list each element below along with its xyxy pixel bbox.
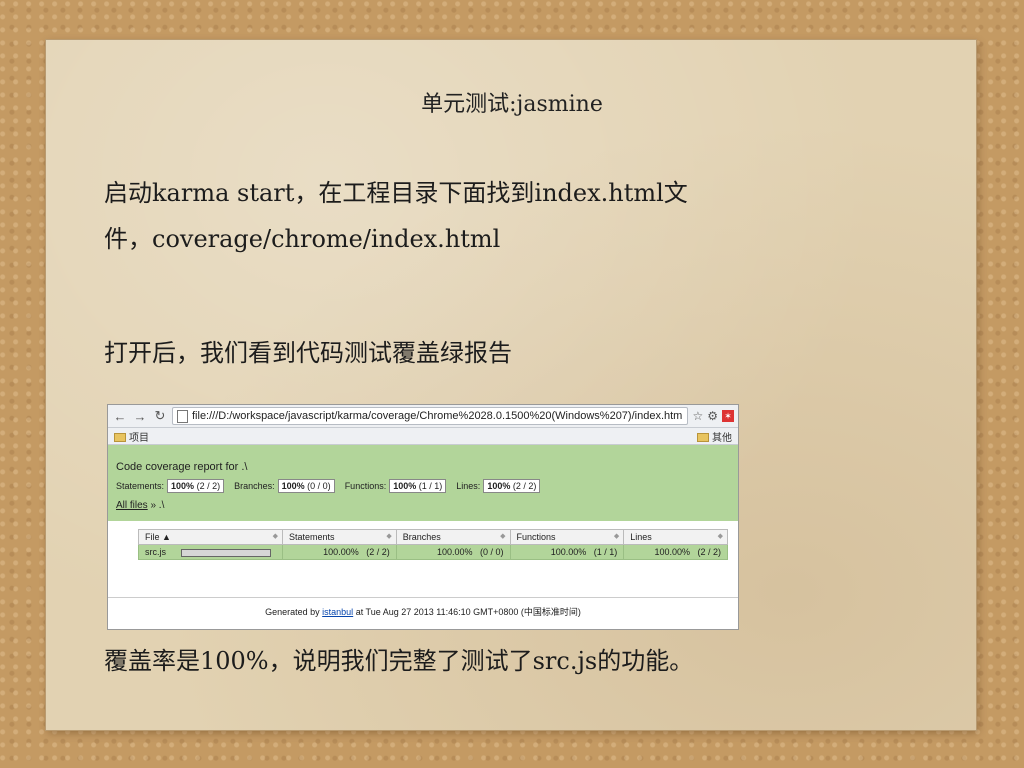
stat-functions: Functions: 100% (1 / 1) (345, 479, 447, 493)
summary-stats: Statements: 100% (2 / 2) Branches: 100% (0… (116, 479, 730, 493)
column-header-file[interactable]: File ▲ ◆ (138, 529, 283, 545)
coverage-table-area: File ▲ ◆ Statements ◆ Branches ◆ Functions ◆… (108, 521, 738, 560)
back-icon[interactable]: ← (112, 409, 128, 424)
stat-lines: Lines: 100% (2 / 2) (456, 479, 541, 493)
bookmarks-bar: 项目 其他 (108, 428, 738, 445)
sort-icon: ◆ (500, 533, 506, 540)
report-title: Code coverage report for .\ (116, 461, 248, 473)
breadcrumb-rest: » .\ (150, 500, 165, 511)
sort-icon: ◆ (386, 533, 392, 540)
bookmark-apps[interactable]: 项目 (114, 429, 149, 444)
column-header-branches[interactable]: Branches ◆ (395, 529, 511, 545)
star-icon[interactable]: ☆ (692, 409, 703, 423)
bookmark-other[interactable]: 其他 (697, 429, 732, 444)
cell-branches: 100.00% (0 / 0) (395, 544, 511, 560)
cell-functions: 100.00% (1 / 1) (509, 544, 625, 560)
column-header-functions[interactable]: Functions ◆ (509, 529, 625, 545)
coverage-bar (180, 548, 271, 557)
browser-screenshot: ← → ↻ file:///D:/workspace/javascript/ka… (107, 404, 739, 630)
paragraph-line: 件，coverage/chrome/index.html (104, 225, 501, 253)
sort-icon: ◆ (272, 533, 278, 540)
column-header-statements[interactable]: Statements ◆ (281, 529, 397, 545)
sort-icon: ◆ (717, 533, 723, 540)
cell-statements: 100.00% (2 / 2) (281, 544, 397, 560)
all-files-link[interactable]: All files (116, 500, 148, 511)
footer-divider (108, 597, 738, 598)
browser-toolbar: ← → ↻ file:///D:/workspace/javascript/ka… (108, 405, 738, 428)
stat-statements: Statements: 100% (2 / 2) (116, 479, 225, 493)
coverage-table: File ▲ ◆ Statements ◆ Branches ◆ Functions ◆… (138, 529, 728, 560)
table-row: src.js 100.00% (2 / 2) 100.00% (0 / 0) 1… (138, 544, 728, 560)
istanbul-link[interactable]: istanbul (322, 607, 353, 617)
cell-file[interactable]: src.js (138, 544, 283, 560)
breadcrumb: All files » .\ (116, 500, 730, 511)
paragraph-open-report: 打开后，我们看到代码测试覆盖绿报告 (104, 339, 512, 367)
column-header-lines[interactable]: Lines ◆ (623, 529, 728, 545)
folder-icon (697, 433, 709, 443)
paragraph-line: 启动karma start，在工程目录下面找到index.html文 (104, 179, 688, 207)
reload-icon[interactable]: ↻ (152, 408, 168, 424)
gear-icon[interactable]: ⚙ (707, 409, 718, 423)
address-text: file:///D:/workspace/javascript/karma/co… (192, 410, 683, 422)
extension-icon[interactable]: ✶ (722, 410, 734, 422)
forward-icon[interactable]: → (132, 409, 148, 424)
page-icon (177, 409, 188, 423)
sort-icon: ◆ (613, 533, 620, 540)
stat-branches: Branches: 100% (0 / 0) (234, 479, 335, 493)
paragraph-start-karma: 启动karma start，在工程目录下面找到index.html文 件，cov… (104, 170, 894, 262)
cell-lines: 100.00% (2 / 2) (623, 544, 728, 560)
paragraph-conclusion: 覆盖率是100%，说明我们完整了测试了src.js的功能。 (104, 647, 694, 675)
report-footer: Generated by istanbul at Tue Aug 27 2013… (265, 607, 581, 617)
coverage-summary: Code coverage report for .\ Statements: 1… (108, 445, 738, 521)
slide-title: 单元测试:jasmine (421, 92, 603, 117)
address-bar[interactable]: file:///D:/workspace/javascript/karma/co… (172, 407, 689, 425)
folder-icon (114, 433, 126, 443)
